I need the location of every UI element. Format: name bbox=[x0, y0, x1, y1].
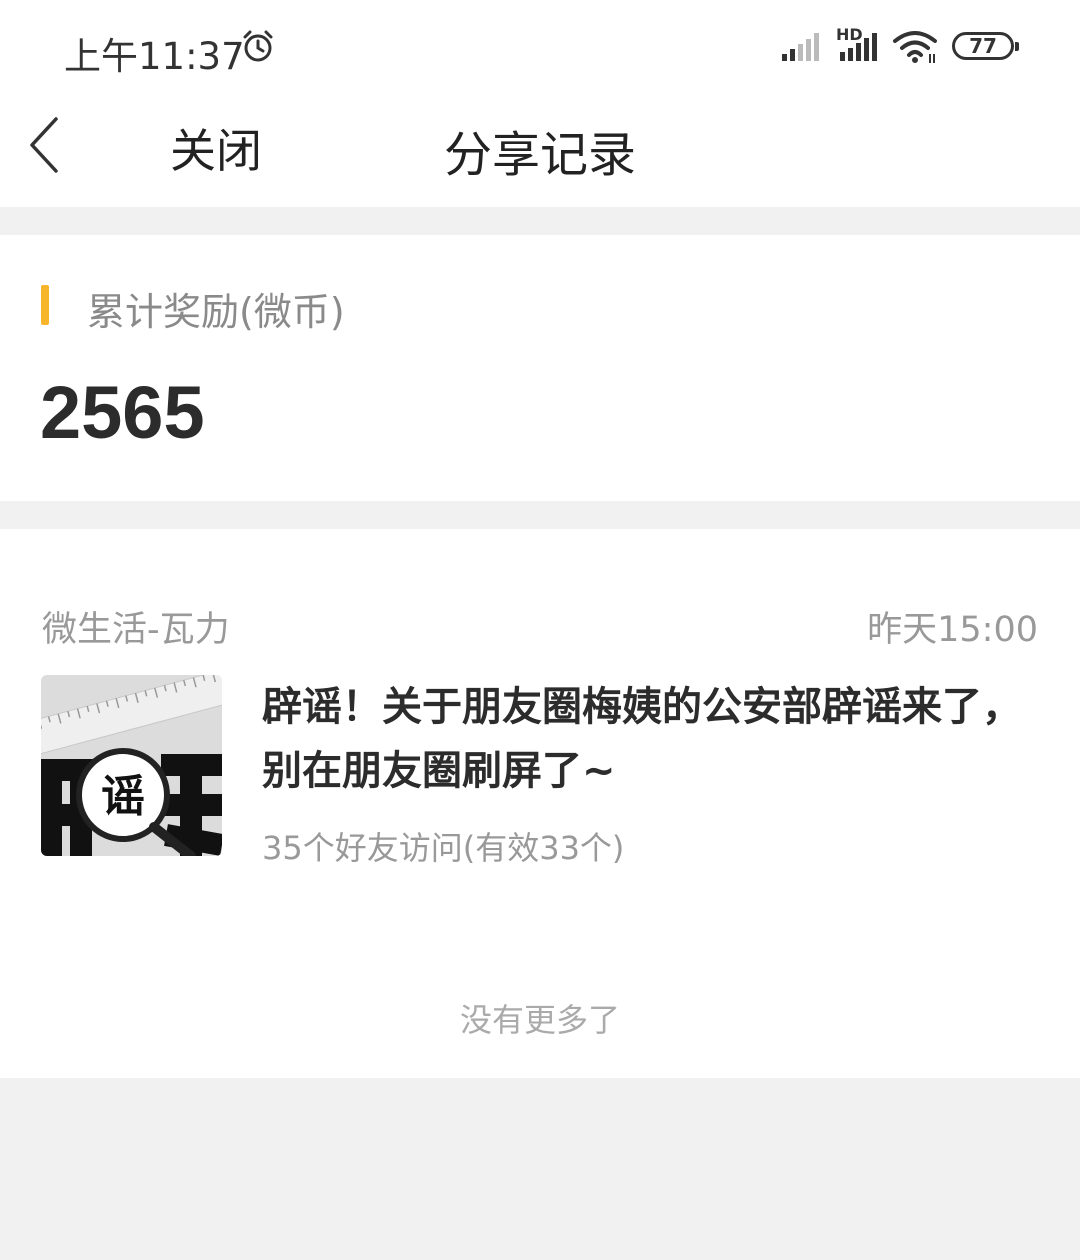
thumbnail-text: 谣 bbox=[101, 771, 145, 822]
no-more-label: 没有更多了 bbox=[459, 1001, 620, 1039]
reward-card: 累计奖励(微币) 2565 bbox=[0, 235, 1080, 501]
signal-hd-icon bbox=[840, 33, 877, 61]
article-title[interactable]: 辟谣！关于朋友圈梅姨的公安部辟谣来了，别在朋友圈刷屏了~ bbox=[262, 675, 1022, 803]
status-time: 上午11:37 bbox=[64, 35, 245, 78]
record-time: 昨天15:00 bbox=[867, 610, 1038, 650]
record-source: 微生活-瓦力 bbox=[42, 610, 230, 650]
thumbnail-image: 谣 bbox=[41, 675, 222, 856]
reward-label: 累计奖励(微币) bbox=[87, 290, 345, 334]
record-list: 微生活-瓦力 昨天15:00 谣 辟谣！关于朋友圈梅姨的公安部辟谣来了，别在朋友… bbox=[0, 529, 1080, 1078]
battery-icon: 77 bbox=[952, 32, 1019, 60]
visit-count: 35个好友访问(有效33个) bbox=[262, 829, 625, 867]
signal-icon bbox=[782, 33, 819, 61]
reward-value: 2565 bbox=[40, 371, 205, 454]
wifi-icon bbox=[893, 31, 937, 63]
alarm-icon bbox=[243, 30, 273, 62]
accent-bar bbox=[41, 285, 49, 325]
status-bar: 上午11:37 HD 77 bbox=[0, 0, 1080, 95]
nav-bar: 分享记录 关闭 bbox=[0, 95, 1080, 207]
page-title: 分享记录 bbox=[443, 127, 636, 183]
article-thumbnail[interactable]: 谣 bbox=[41, 675, 222, 856]
close-button[interactable]: 关闭 bbox=[170, 115, 262, 181]
